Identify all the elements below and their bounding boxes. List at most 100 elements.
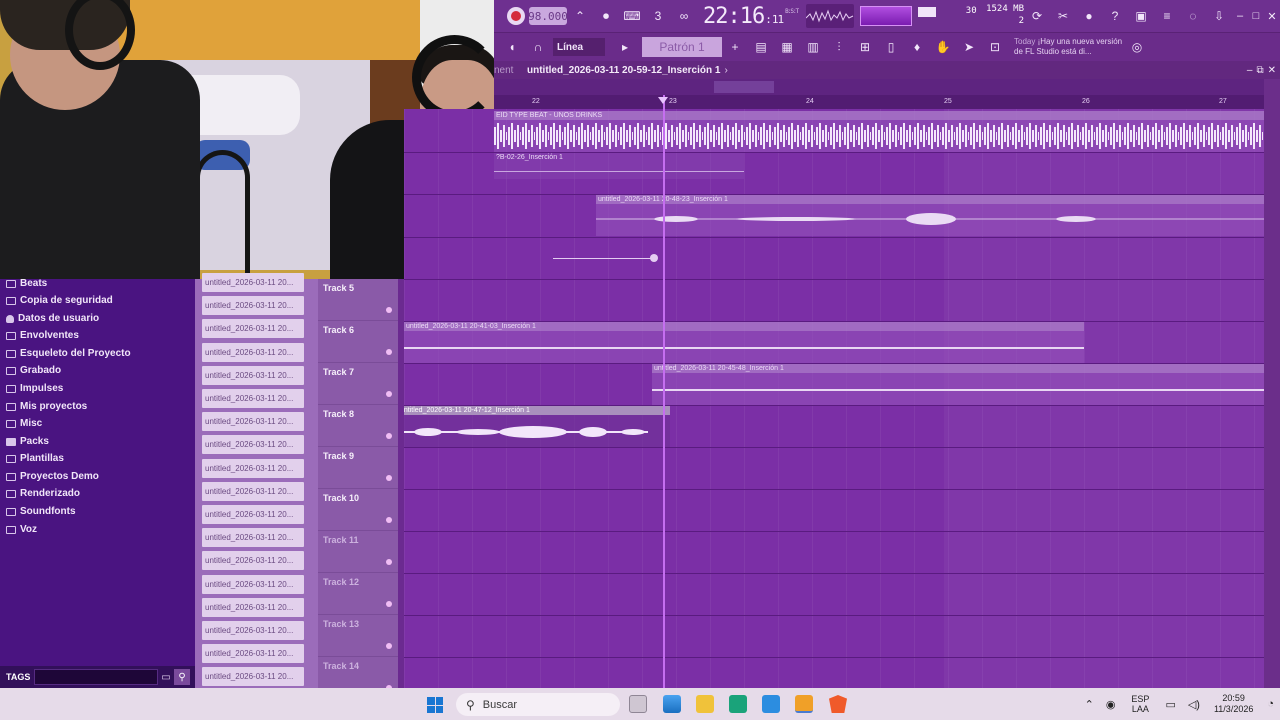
news-panel[interactable]: Today ¡Hay una nueva versión de FL Studi… bbox=[1014, 37, 1124, 57]
playhead[interactable] bbox=[663, 95, 665, 688]
help-icon[interactable]: ? bbox=[1103, 4, 1127, 28]
snap-selector[interactable]: Línea bbox=[553, 38, 605, 56]
tempo-display[interactable]: 98.000 bbox=[528, 7, 568, 25]
browser-item-impulses[interactable]: Impulses bbox=[6, 380, 63, 397]
audio-clip[interactable]: EID TYPE BEAT - UNOS DRINKS bbox=[494, 111, 1264, 152]
notification-icon[interactable]: ◔ bbox=[1267, 698, 1274, 710]
cart-icon[interactable]: ⊡ bbox=[983, 35, 1007, 59]
mixer-icon[interactable]: ≡ bbox=[1155, 4, 1179, 28]
playlist-icon[interactable]: ▤ bbox=[749, 35, 773, 59]
magnet-icon[interactable]: ∩ bbox=[526, 35, 550, 59]
browser-item-project-bones[interactable]: Esqueleto del Proyecto bbox=[6, 345, 131, 362]
chat-icon[interactable]: ◌ bbox=[1181, 4, 1205, 28]
document-icon[interactable]: ▯ bbox=[879, 35, 903, 59]
browser-item-user-data[interactable]: Datos de usuario bbox=[6, 310, 99, 327]
playlist-vertical-scrollbar[interactable] bbox=[1264, 79, 1280, 688]
recent-file-item[interactable]: untitled_2026-03-11 20... bbox=[202, 505, 304, 524]
audio-clip[interactable]: ?B-02-26_Inserción 1 bbox=[494, 153, 744, 179]
countdown-icon[interactable]: 3 bbox=[646, 4, 670, 28]
recent-file-item[interactable]: untitled_2026-03-11 20... bbox=[202, 458, 304, 478]
recent-file-item[interactable]: untitled_2026-03-11 20... bbox=[202, 644, 304, 664]
audio-clip[interactable]: untitled_2026-03-11 20-45-48_Inserción 1 bbox=[652, 364, 1264, 405]
app-icon[interactable] bbox=[729, 695, 747, 713]
browser-item-misc[interactable]: Misc bbox=[6, 415, 42, 432]
task-view-icon[interactable] bbox=[629, 695, 647, 713]
windows-start-icon[interactable] bbox=[427, 697, 443, 713]
record-button[interactable] bbox=[504, 4, 528, 28]
volume-icon[interactable]: ◁) bbox=[1188, 698, 1200, 711]
add-pattern-icon[interactable]: + bbox=[723, 35, 747, 59]
channel-rack-icon[interactable]: ▥ bbox=[801, 35, 825, 59]
recent-file-item[interactable]: untitled_2026-03-11 20... bbox=[202, 481, 304, 501]
language-indicator[interactable]: ESP LAA bbox=[1131, 694, 1149, 714]
browser-item-rendered[interactable]: Renderizado bbox=[6, 485, 80, 502]
recent-file-item[interactable]: untitled_2026-03-11 20... bbox=[202, 551, 304, 571]
song-position-display[interactable]: 22:16:11 B:S:T bbox=[703, 4, 799, 29]
network-icon[interactable]: ▭ bbox=[1165, 698, 1175, 711]
browser-item-templates[interactable]: Plantillas bbox=[6, 450, 64, 467]
audio-clip[interactable]: untitled_2026-03-11 20-41-03_Inserción 1 bbox=[404, 322, 1084, 363]
pattern-selector[interactable]: Patrón 1 bbox=[642, 37, 722, 57]
browser-item-recorded[interactable]: Grabado bbox=[6, 362, 61, 379]
loop-record-icon[interactable]: ∞ bbox=[672, 4, 696, 28]
browser-item-demo-projects[interactable]: Proyectos Demo bbox=[6, 468, 99, 485]
undo-icon[interactable]: ⟳ bbox=[1025, 4, 1049, 28]
track-header[interactable]: Track 6 bbox=[318, 321, 398, 363]
tags-input[interactable] bbox=[34, 669, 158, 685]
browser-item-soundfonts[interactable]: Soundfonts bbox=[6, 503, 76, 520]
track-header[interactable]: Track 8 bbox=[318, 405, 398, 447]
maximize-icon[interactable]: □ bbox=[1248, 8, 1264, 24]
globe-icon[interactable]: ◎ bbox=[1125, 35, 1149, 59]
app-icon[interactable] bbox=[762, 695, 780, 713]
download-icon[interactable]: ⇩ bbox=[1207, 4, 1231, 28]
taskbar-clock[interactable]: 20:59 11/3/2026 bbox=[1214, 693, 1253, 715]
close-icon[interactable]: ✕ bbox=[1264, 8, 1280, 24]
brave-browser-icon[interactable] bbox=[829, 695, 847, 713]
recent-file-item[interactable]: untitled_2026-03-11 20... bbox=[202, 365, 304, 385]
playhead-marker[interactable] bbox=[658, 97, 668, 104]
recent-file-item[interactable]: untitled_2026-03-11 20... bbox=[202, 597, 304, 617]
playlist-overview[interactable] bbox=[494, 79, 1264, 95]
mic-icon[interactable]: ◉ bbox=[1106, 698, 1116, 711]
recent-file-item[interactable]: untitled_2026-03-11 20... bbox=[202, 296, 304, 316]
tool-icon[interactable]: ➤ bbox=[957, 35, 981, 59]
plugin-icon[interactable]: ♦ bbox=[905, 35, 929, 59]
recent-file-item[interactable]: untitled_2026-03-11 20... bbox=[202, 528, 304, 548]
cut-icon[interactable]: ✂ bbox=[1051, 4, 1075, 28]
browser-item-packs[interactable]: Packs bbox=[6, 433, 49, 450]
keyboard-icon[interactable]: ⌨ bbox=[620, 4, 644, 28]
search-icon[interactable]: ⚲ bbox=[174, 669, 190, 685]
browser-item-beats[interactable]: Beats bbox=[6, 275, 47, 292]
mixer-view-icon[interactable]: ⫶ bbox=[827, 35, 851, 59]
minimize-icon[interactable]: – bbox=[1232, 8, 1248, 24]
track-header[interactable]: Track 5 bbox=[318, 279, 398, 321]
chevron-up-icon[interactable]: ⌃ bbox=[1085, 698, 1094, 711]
track-header[interactable]: Track 9 bbox=[318, 447, 398, 489]
playlist-maximize-icon[interactable]: ⧉ bbox=[1256, 65, 1263, 76]
hint-icon[interactable]: ◖ bbox=[500, 35, 524, 59]
playlist-close-icon[interactable]: ✕ bbox=[1268, 65, 1276, 76]
timeline-ruler[interactable]: 22 23 24 25 26 27 bbox=[494, 95, 1264, 109]
fl-studio-icon[interactable] bbox=[795, 695, 813, 713]
recent-file-item[interactable]: untitled_2026-03-11 20... bbox=[202, 412, 304, 432]
browser-item-my-projects[interactable]: Mis proyectos bbox=[6, 398, 87, 415]
recent-file-item[interactable]: untitled_2026-03-11 20... bbox=[202, 273, 304, 292]
recent-file-item[interactable]: untitled_2026-03-11 20... bbox=[202, 667, 304, 687]
track-header[interactable]: Track 12 bbox=[318, 573, 398, 615]
audio-clip[interactable]: untitled_2026-03-11 20-48-23_Inserción 1 bbox=[596, 195, 1264, 236]
audio-clip-selected[interactable]: untitled_2026-03-11 20-47-12_Inserción 1 bbox=[398, 406, 670, 447]
recent-file-item[interactable]: untitled_2026-03-11 20... bbox=[202, 319, 304, 339]
track-header[interactable]: Track 13 bbox=[318, 615, 398, 657]
browser-item-envelopes[interactable]: Envolventes bbox=[6, 327, 79, 344]
metronome-icon[interactable]: ⌃ bbox=[568, 4, 592, 28]
recent-file-item[interactable]: untitled_2026-03-11 20... bbox=[202, 621, 304, 640]
recent-file-item[interactable]: untitled_2026-03-11 20... bbox=[202, 389, 304, 408]
touch-icon[interactable]: ✋ bbox=[931, 35, 955, 59]
piano-roll-icon[interactable]: ▦ bbox=[775, 35, 799, 59]
file-explorer-icon[interactable] bbox=[696, 695, 714, 713]
browser-item-voice[interactable]: Voz bbox=[6, 521, 37, 538]
mic-icon[interactable]: ● bbox=[1077, 4, 1101, 28]
taskbar-search[interactable]: ⚲ Buscar bbox=[456, 693, 620, 716]
recent-file-item[interactable]: untitled_2026-03-11 20... bbox=[202, 342, 304, 362]
browser-item-backup[interactable]: Copia de seguridad bbox=[6, 292, 113, 309]
